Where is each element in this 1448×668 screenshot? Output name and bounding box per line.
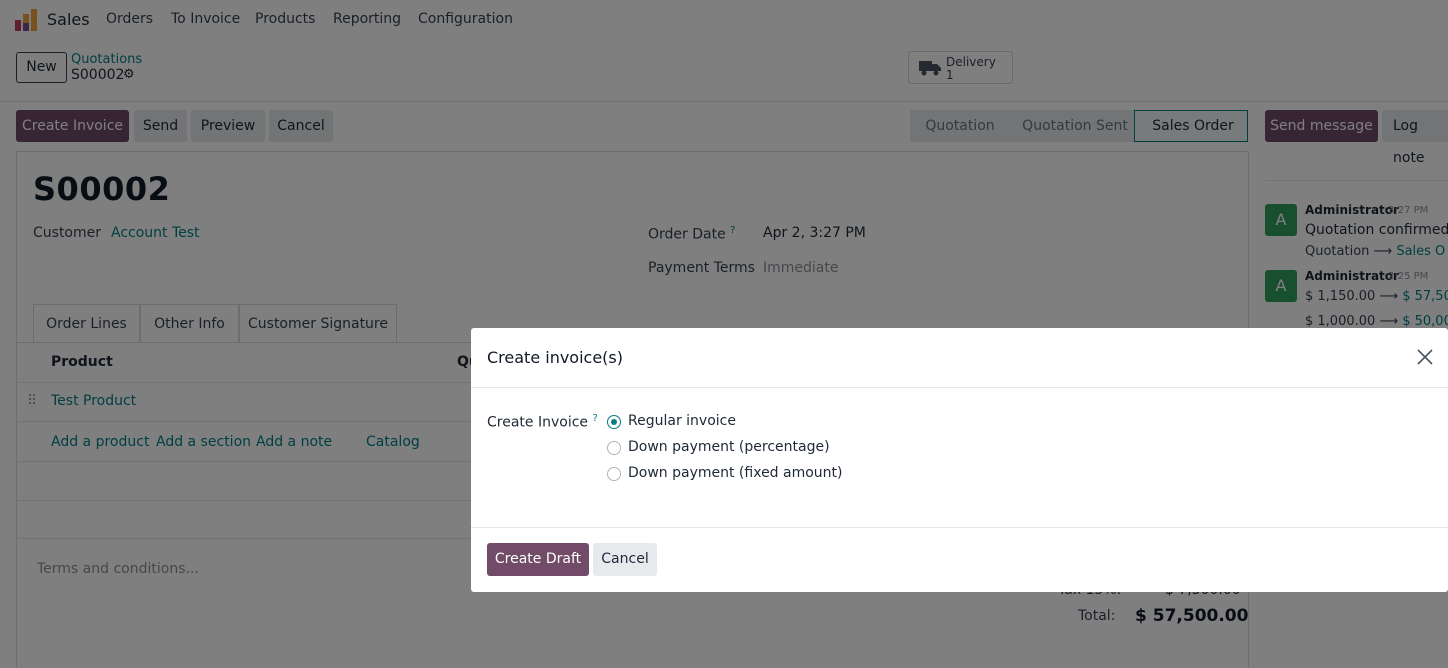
- radio-unchecked-icon[interactable]: [607, 467, 621, 481]
- dialog-header-divider: [471, 387, 1448, 388]
- radio-checked-icon[interactable]: [607, 415, 621, 429]
- option-down-payment-percentage[interactable]: Down payment (percentage): [607, 439, 907, 457]
- dialog-title: Create invoice(s): [487, 348, 623, 367]
- option-label: Down payment (percentage): [628, 439, 830, 455]
- dialog-footer-divider: [471, 527, 1448, 528]
- option-regular-invoice[interactable]: Regular invoice: [607, 413, 907, 431]
- create-invoice-dialog: Create invoice(s) Create Invoice ? Regul…: [471, 328, 1448, 592]
- option-down-payment-fixed[interactable]: Down payment (fixed amount): [607, 465, 907, 483]
- radio-unchecked-icon[interactable]: [607, 441, 621, 455]
- create-draft-button[interactable]: Create Draft: [487, 543, 589, 576]
- create-invoice-help[interactable]: ?: [592, 413, 597, 424]
- option-label: Down payment (fixed amount): [628, 465, 843, 481]
- option-label: Regular invoice: [628, 413, 736, 429]
- create-invoice-label: Create Invoice ?: [487, 413, 598, 431]
- close-icon[interactable]: [1415, 347, 1435, 367]
- dialog-cancel-button[interactable]: Cancel: [593, 543, 657, 576]
